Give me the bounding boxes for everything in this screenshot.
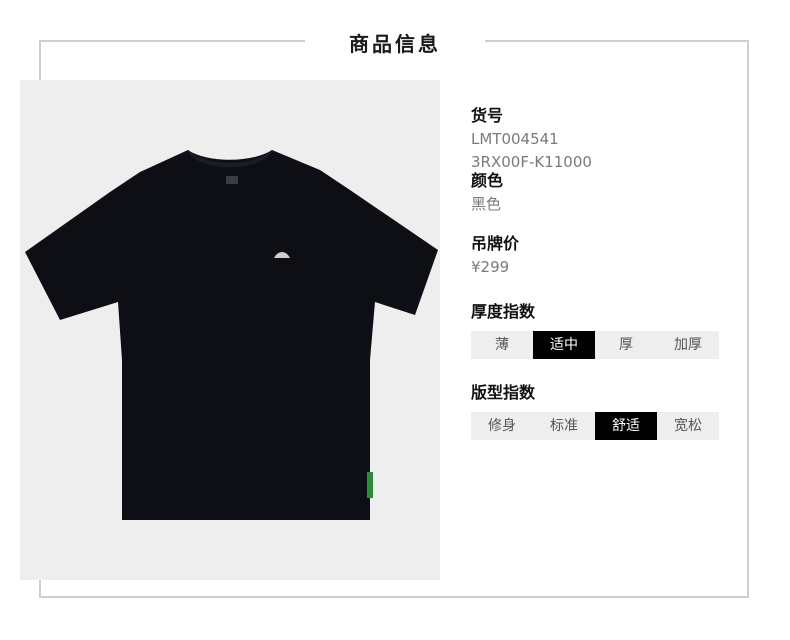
sku-label: 货号 [471,106,504,125]
fit-scale: 修身 标准 舒适 宽松 [471,412,719,440]
fit-option-selected: 舒适 [595,412,657,440]
side-tag [367,472,373,498]
fit-option: 宽松 [674,418,702,434]
fit-label: 版型指数 [471,383,536,402]
thickness-scale: 薄 适中 厚 加厚 [471,331,719,359]
section-title: 商品信息 [349,32,441,56]
fit-option: 标准 [550,418,578,434]
product-photo [20,80,440,580]
thickness-option: 薄 [495,337,509,353]
thickness-option: 加厚 [674,337,702,353]
color-value: 黑色 [471,195,502,213]
thickness-label: 厚度指数 [471,302,536,321]
tshirt-image [25,150,438,520]
thickness-option: 厚 [619,337,633,353]
thickness-option-selected: 适中 [533,331,595,359]
price-value: ¥299 [471,258,510,276]
sku-line1: LMT004541 [471,130,559,148]
color-label: 颜色 [471,171,504,190]
fit-option: 修身 [488,418,516,434]
price-label: 吊牌价 [471,234,520,253]
